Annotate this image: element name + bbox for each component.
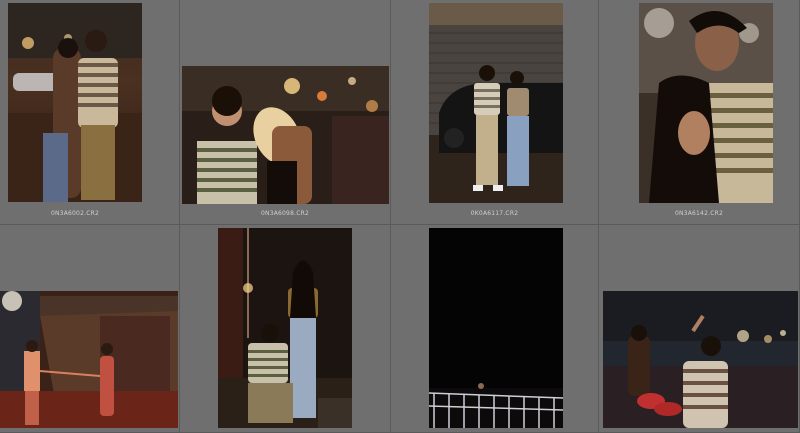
filename-label: 0N3A6002.CR2 [51,210,99,217]
street-holding-hands-image [0,291,178,428]
thumbnail-cell[interactable] [0,225,180,433]
thumbnail-cell[interactable] [180,225,391,433]
photo-thumbnail[interactable] [0,291,178,428]
filename-label: 0N3A6098.CR2 [261,210,309,217]
filename-label: 0N3A6142.CR2 [675,210,723,217]
photo-thumbnail[interactable] [218,228,352,428]
filename-label: 0K0A6117.CR2 [470,210,519,217]
thumbnail-grid: 0N3A6002.CR2 0N3A6098.CR2 0K0A6117.CR2 0… [0,0,800,433]
thumbnail-cell[interactable]: 0N3A6098.CR2 [180,0,391,225]
photo-thumbnail[interactable] [429,3,563,203]
shuttered-shop-couple-image [429,3,563,203]
couple-with-hat-image [182,66,389,204]
night-railing-image [429,228,563,428]
thumbnail-cell[interactable]: 0K0A6117.CR2 [391,0,599,225]
photo-thumbnail[interactable] [639,3,773,203]
riverside-watermelon-image [603,291,798,428]
night-street-couple-image [8,3,142,202]
thumbnail-cell[interactable]: 0N3A6002.CR2 [0,0,180,225]
photo-thumbnail[interactable] [429,228,563,428]
photo-thumbnail[interactable] [603,291,798,428]
photo-thumbnail[interactable] [182,66,389,204]
thumbnail-cell[interactable] [599,225,800,433]
close-up-couple-image [639,3,773,203]
photo-thumbnail[interactable] [8,3,142,202]
couple-on-steps-image [218,228,352,428]
thumbnail-cell[interactable] [391,225,599,433]
thumbnail-cell[interactable]: 0N3A6142.CR2 [599,0,800,225]
